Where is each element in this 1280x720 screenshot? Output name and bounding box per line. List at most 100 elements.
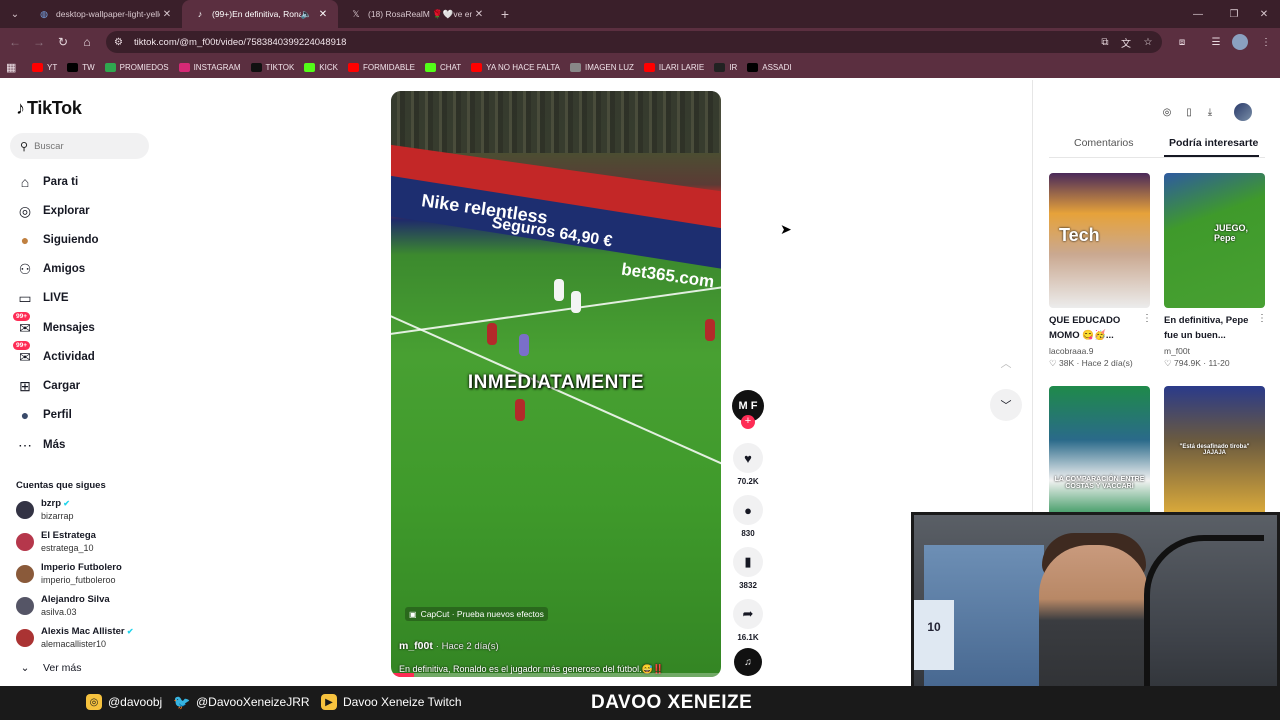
video-thumbnail[interactable]: Tech: [1049, 173, 1150, 308]
reload-icon[interactable]: ↻: [51, 30, 75, 54]
followed-account[interactable]: Alejandro Silva asilva.03: [16, 592, 156, 620]
bookmark-item[interactable]: IR: [714, 62, 737, 72]
follow-plus-button[interactable]: +: [741, 415, 755, 429]
sidebar-item-mensajes[interactable]: ✉ 99+ Mensajes: [13, 312, 95, 339]
like-action[interactable]: ♥ 70.2K: [732, 443, 764, 486]
share-icon[interactable]: ➦: [733, 599, 763, 629]
tab-comments[interactable]: Comentarios: [1074, 137, 1134, 149]
video-author[interactable]: m_f00t · Hace 2 día(s): [399, 640, 499, 652]
comment-icon[interactable]: ●: [733, 495, 763, 525]
bookmark-icon[interactable]: ▮: [733, 547, 763, 577]
bookmark-item[interactable]: ASSADI: [747, 62, 792, 72]
bookmark-item[interactable]: TW: [67, 62, 95, 72]
url-text[interactable]: tiktok.com/@m_f00t/video/758384039922404…: [134, 37, 346, 48]
reading-list-icon[interactable]: ☰: [1208, 34, 1224, 50]
bookmark-item[interactable]: FORMIDABLE: [347, 62, 415, 72]
profile-avatar-icon[interactable]: [1232, 34, 1248, 50]
recommended-video-card[interactable]: LA COMPARACIÓN ENTRE COSTAS Y VACCARI: [1049, 386, 1150, 521]
minimize-icon[interactable]: —: [1180, 0, 1216, 28]
previous-video-button[interactable]: ︿: [990, 347, 1022, 379]
save-action[interactable]: ▮ 3832: [732, 547, 764, 590]
sidebar-item-explorar[interactable]: ◎ Explorar: [16, 200, 90, 222]
recommended-video-card[interactable]: JUEGO, Pepe En definitiva, Pepe fue un bu…: [1164, 173, 1267, 369]
new-tab-button[interactable]: +: [494, 6, 516, 22]
followed-account[interactable]: Alexis Mac Allister ✔ alemacallister10: [16, 624, 156, 652]
bookmark-item[interactable]: IMAGEN LUZ: [569, 62, 634, 72]
sidebar-item-perfil[interactable]: ● Perfil: [16, 404, 72, 426]
bookmark-item[interactable]: PROMIEDOS: [104, 62, 169, 72]
card-title[interactable]: QUE EDUCADO MOMO 😋🥳...: [1049, 313, 1141, 343]
close-tab-icon[interactable]: ✕: [160, 9, 174, 20]
video-thumbnail[interactable]: JUEGO, Pepe: [1164, 173, 1265, 308]
search-box[interactable]: ⚲: [10, 133, 149, 159]
video-player[interactable]: Nike relentless Seguros 64,90 € bet365.c…: [391, 91, 721, 677]
sidebar-item-cargar[interactable]: ⊞ Cargar: [16, 375, 80, 397]
live-icon: ▭: [18, 289, 32, 306]
bookmark-star-icon[interactable]: ☆: [1140, 34, 1156, 50]
bookmark-item[interactable]: YT: [32, 62, 57, 72]
compass-icon[interactable]: ◎: [1159, 104, 1175, 120]
device-icon[interactable]: ▯: [1181, 104, 1197, 120]
translate-icon[interactable]: 文: [1118, 34, 1134, 50]
sidebar-item-para-ti[interactable]: ⌂ Para ti: [16, 171, 78, 193]
audio-playing-icon[interactable]: 🔈: [301, 9, 312, 20]
video-progress-bar[interactable]: [391, 673, 721, 677]
see-more-button[interactable]: ⌄ Ver más: [16, 662, 82, 674]
bookmark-item[interactable]: CHAT: [424, 62, 461, 72]
forward-icon[interactable]: →: [27, 30, 51, 54]
sidebar-item-actividad[interactable]: ✉ 99+ Actividad: [13, 341, 95, 368]
bookmark-favicon-icon: [347, 62, 359, 72]
twitch-icon: ▶: [321, 694, 337, 710]
card-title[interactable]: En definitiva, Pepe fue un buen...: [1164, 313, 1256, 343]
bookmark-item[interactable]: KICK: [304, 62, 338, 72]
comment-action[interactable]: ● 830: [732, 495, 764, 538]
tab-search-button[interactable]: ⌄: [4, 3, 26, 25]
recommended-video-card[interactable]: "Está desafinado tiroba" JAJAJA: [1164, 386, 1265, 521]
video-thumbnail[interactable]: "Está desafinado tiroba" JAJAJA: [1164, 386, 1265, 521]
tab-you-may-like[interactable]: Podría interesarte: [1169, 137, 1258, 149]
card-author[interactable]: lacobraaa.9: [1049, 346, 1150, 356]
followed-account[interactable]: bzrp ✔ bizarrap: [16, 496, 156, 524]
apps-grid-icon[interactable]: ▦: [6, 61, 20, 74]
account-name: Imperio Futbolero: [41, 562, 122, 573]
sidebar-item-m-s[interactable]: ⋯ Más: [16, 434, 65, 456]
sidebar-item-live[interactable]: ▭ LIVE: [16, 287, 68, 309]
more-options-icon[interactable]: ⋮: [1257, 313, 1267, 324]
site-info-icon[interactable]: ⚙: [114, 37, 128, 48]
download-icon[interactable]: ⤓: [1202, 104, 1218, 120]
browser-tab-2[interactable]: ♪ (99+)En definitiva, Ronaldo 🔈 ✕: [182, 0, 338, 28]
menu-icon[interactable]: ⋮: [1258, 34, 1274, 50]
capcut-link[interactable]: ▣ CapCut · Prueba nuevos efectos: [405, 607, 548, 621]
extensions-icon[interactable]: ⧈: [1174, 34, 1190, 50]
bookmark-item[interactable]: ILARI LARIE: [643, 62, 704, 72]
card-author[interactable]: m_f00t: [1164, 346, 1265, 356]
browser-tab-3[interactable]: 𝕏 (18) RosaRealM 🌹🤍ve en X: ✕: [338, 0, 494, 28]
followed-account[interactable]: Imperio Futbolero imperio_futboleroo: [16, 560, 156, 588]
recommended-video-card[interactable]: Tech QUE EDUCADO MOMO 😋🥳... lacobraaa.9 ♡ 3…: [1049, 173, 1152, 369]
search-input[interactable]: [34, 140, 135, 152]
close-window-icon[interactable]: ✕: [1246, 0, 1280, 28]
share-action[interactable]: ➦ 16.1K: [732, 599, 764, 642]
next-video-button[interactable]: ﹀: [990, 389, 1022, 421]
close-tab-icon[interactable]: ✕: [472, 9, 486, 20]
music-disc-icon[interactable]: ♫: [734, 648, 762, 676]
install-app-icon[interactable]: ⧉: [1097, 34, 1113, 50]
close-tab-icon[interactable]: ✕: [316, 9, 330, 20]
bookmark-item[interactable]: TIKTOK: [250, 62, 294, 72]
heart-icon[interactable]: ♥: [733, 443, 763, 473]
bookmark-item[interactable]: INSTAGRAM: [178, 62, 241, 72]
user-avatar[interactable]: [1234, 103, 1252, 121]
bookmark-item[interactable]: YA NO HACE FALTA: [471, 62, 560, 72]
tiktok-note-icon: ♪: [16, 98, 25, 118]
video-thumbnail[interactable]: LA COMPARACIÓN ENTRE COSTAS Y VACCARI: [1049, 386, 1150, 521]
address-bar[interactable]: ⚙ tiktok.com/@m_f00t/video/7583840399224…: [106, 31, 1162, 53]
followed-account[interactable]: El Estratega estratega_10: [16, 528, 156, 556]
sidebar-item-amigos[interactable]: ⚇ Amigos: [16, 258, 85, 280]
account-handle: alemacallister10: [41, 639, 107, 649]
sidebar-item-siguiendo[interactable]: ● Siguiendo: [16, 229, 99, 251]
home-icon[interactable]: ⌂: [75, 30, 99, 54]
browser-tab-1[interactable]: ◍ desktop-wallpaper-light-yellow ✕: [26, 0, 182, 28]
tiktok-logo[interactable]: ♪ TikTok: [16, 98, 82, 119]
more-options-icon[interactable]: ⋮: [1142, 313, 1152, 324]
back-icon[interactable]: ←: [3, 30, 27, 54]
